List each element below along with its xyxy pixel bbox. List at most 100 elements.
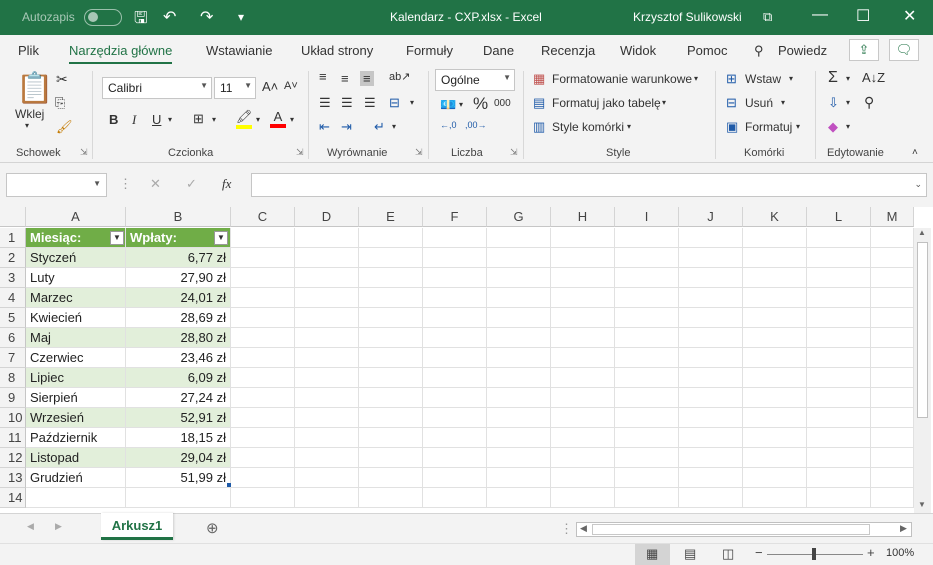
zoom-thumb[interactable] [812, 548, 816, 560]
scroll-up-icon[interactable]: ▲ [918, 228, 926, 237]
currency-icon[interactable]: 💶 [440, 97, 456, 113]
table-cell[interactable]: 18,15 zł [126, 428, 231, 448]
grid-cell[interactable] [359, 268, 423, 288]
grid-cell[interactable] [807, 288, 871, 308]
grid-cell[interactable] [423, 348, 487, 368]
grid-cell[interactable] [231, 288, 295, 308]
grid-cell[interactable] [487, 328, 551, 348]
grid-cell[interactable] [807, 448, 871, 468]
increase-font-icon[interactable]: A˄ [262, 79, 278, 94]
grid-cell[interactable] [231, 348, 295, 368]
redo-icon[interactable]: ↷ [200, 7, 213, 27]
grid-cell[interactable] [295, 348, 359, 368]
grid-cell[interactable] [487, 348, 551, 368]
grid-cell[interactable] [615, 248, 679, 268]
grid-cell[interactable] [871, 248, 914, 268]
grid-cell[interactable] [423, 428, 487, 448]
grid-cell[interactable] [551, 388, 615, 408]
grid-cell[interactable] [423, 488, 487, 508]
grid-cell[interactable] [615, 328, 679, 348]
comments-icon[interactable]: 🗨 [889, 39, 919, 61]
zoom-out-icon[interactable]: − [755, 545, 763, 560]
grid-cell[interactable] [295, 448, 359, 468]
prev-sheet-icon[interactable]: ◀ [27, 521, 34, 532]
chevron-down-icon[interactable]: ▾ [781, 98, 785, 107]
grid-cell[interactable] [231, 328, 295, 348]
underline-dropdown-icon[interactable]: ▾ [168, 115, 172, 124]
insert-function-icon[interactable]: fx [222, 176, 231, 192]
scroll-down-icon[interactable]: ▼ [918, 500, 926, 509]
grid-cell[interactable] [871, 228, 914, 248]
table-cell[interactable]: Wrzesień [26, 408, 126, 428]
grid-cell[interactable] [359, 328, 423, 348]
tab-data[interactable]: Dane [483, 43, 514, 58]
chevron-down-icon[interactable]: ▾ [627, 122, 631, 131]
grid-cell[interactable] [679, 428, 743, 448]
grid-cell[interactable] [551, 228, 615, 248]
grid-cell[interactable] [679, 308, 743, 328]
table-header-cell[interactable]: Wpłaty: ▼ [126, 228, 231, 248]
tab-review[interactable]: Recenzja [541, 43, 595, 58]
decrease-font-icon[interactable]: A˅ [284, 80, 298, 92]
grid-cell[interactable] [679, 248, 743, 268]
grid-cell[interactable] [615, 228, 679, 248]
zoom-level[interactable]: 100% [886, 547, 914, 559]
table-resize-handle[interactable] [227, 483, 231, 487]
percent-icon[interactable]: % [473, 94, 488, 114]
collapse-ribbon-icon[interactable]: ˄ [912, 147, 918, 158]
tab-home[interactable]: Narzędzia główne [69, 43, 173, 64]
search-icon[interactable]: ⚲ [754, 43, 764, 59]
grid-cell[interactable] [359, 248, 423, 268]
grid-cell[interactable] [679, 228, 743, 248]
fill-icon[interactable]: ⇩ [828, 95, 839, 111]
fill-color-icon[interactable]: 🖍 [236, 109, 253, 129]
grid-cell[interactable] [615, 308, 679, 328]
clipboard-launcher-icon[interactable]: ⇲ [80, 147, 88, 158]
table-cell[interactable]: 24,01 zł [126, 288, 231, 308]
grid-cell[interactable] [487, 268, 551, 288]
delete-cells-icon[interactable]: ⊟ [726, 95, 737, 111]
grid-cell[interactable] [551, 448, 615, 468]
grid-cell[interactable] [295, 408, 359, 428]
chevron-down-icon[interactable]: ▾ [846, 74, 850, 83]
grid-cell[interactable] [807, 308, 871, 328]
grid-cell[interactable] [615, 448, 679, 468]
grid-cell[interactable] [871, 288, 914, 308]
grid-cell[interactable] [807, 368, 871, 388]
grid-cell[interactable] [743, 268, 807, 288]
page-break-icon[interactable]: ◫ [722, 546, 734, 562]
chevron-down-icon[interactable]: ▾ [789, 74, 793, 83]
grid-cell[interactable] [26, 488, 126, 508]
name-box[interactable]: ▼ [6, 173, 107, 197]
insert-button[interactable]: Wstaw [745, 72, 781, 86]
currency-dropdown-icon[interactable]: ▾ [459, 100, 463, 109]
grid-cell[interactable] [871, 308, 914, 328]
grid-cell[interactable] [423, 288, 487, 308]
grid-cell[interactable] [551, 368, 615, 388]
grid-cell[interactable] [679, 288, 743, 308]
grid-cell[interactable] [743, 468, 807, 488]
grid-cell[interactable] [551, 408, 615, 428]
grid-cell[interactable] [231, 428, 295, 448]
chevron-down-icon[interactable]: ▾ [694, 74, 698, 83]
horizontal-scrollbar[interactable]: ◀ ▶ [576, 522, 912, 537]
table-cell[interactable]: 23,46 zł [126, 348, 231, 368]
table-cell[interactable]: 6,09 zł [126, 368, 231, 388]
grid-cell[interactable] [615, 288, 679, 308]
find-select-icon[interactable]: ⚲ [864, 94, 874, 111]
paste-label[interactable]: Wklej [15, 107, 44, 121]
grid-cell[interactable] [487, 388, 551, 408]
grid-cell[interactable] [679, 368, 743, 388]
grid-cell[interactable] [487, 308, 551, 328]
grid-cell[interactable] [487, 288, 551, 308]
grid-cell[interactable] [743, 428, 807, 448]
vertical-scrollbar[interactable]: ▲ ▼ [914, 228, 931, 514]
grid-cell[interactable] [615, 368, 679, 388]
table-cell[interactable]: Luty [26, 268, 126, 288]
format-as-table-button[interactable]: Formatuj jako tabelę [552, 96, 661, 110]
tab-insert[interactable]: Wstawianie [206, 43, 272, 58]
grid-cell[interactable] [743, 448, 807, 468]
grid-cell[interactable] [487, 228, 551, 248]
table-cell[interactable]: Czerwiec [26, 348, 126, 368]
format-painter-icon[interactable]: 🖌 [56, 119, 73, 135]
